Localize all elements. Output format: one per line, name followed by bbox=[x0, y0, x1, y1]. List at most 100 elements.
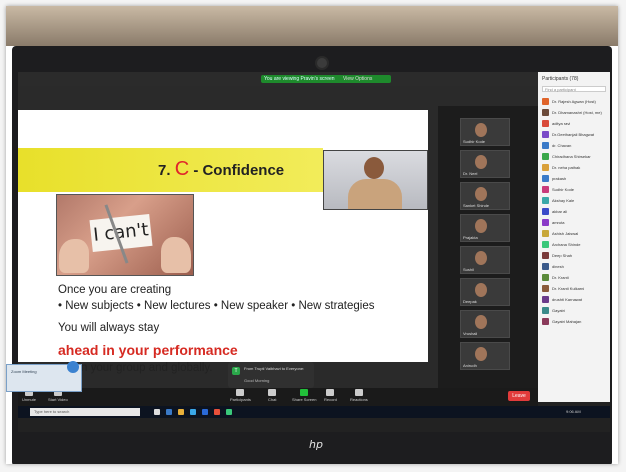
record-icon bbox=[326, 389, 335, 396]
participant-avatar bbox=[542, 285, 549, 292]
slide-title-text: - Confidence bbox=[193, 162, 285, 179]
hand-left bbox=[59, 239, 89, 273]
share-screen-label: Share Screen bbox=[292, 397, 317, 402]
leave-button[interactable]: Leave bbox=[508, 391, 530, 401]
participant-item[interactable]: aditya ravi bbox=[542, 118, 608, 129]
participant-avatar bbox=[542, 208, 549, 215]
participant-name: aditya ravi bbox=[552, 121, 571, 126]
participant-item[interactable]: prakash bbox=[542, 173, 608, 184]
participant-item[interactable]: drushti Karnawat bbox=[542, 294, 608, 305]
participant-name: Deep Shah bbox=[552, 253, 573, 258]
zoom-toolbar: Unmute Start Video Participants Chat Sha… bbox=[18, 388, 538, 406]
gallery-tile[interactable]: Dr. Neel bbox=[460, 150, 510, 178]
participant-name: Chiradhana Shirsekar bbox=[552, 154, 591, 159]
participant-avatar bbox=[542, 153, 549, 160]
gallery-tile[interactable]: Vrushali bbox=[460, 310, 510, 338]
participants-button[interactable]: Participants bbox=[230, 389, 251, 402]
participant-item[interactable]: Dr. neha pathak bbox=[542, 162, 608, 173]
participant-avatar bbox=[542, 318, 549, 325]
participant-item[interactable]: Gayatri Mahajan bbox=[542, 316, 608, 327]
participant-name: Dr. Kranti Kulkarni bbox=[552, 286, 585, 291]
gallery-tile[interactable]: Sudhir Kode bbox=[460, 118, 510, 146]
hand-right bbox=[161, 237, 191, 273]
app-icon[interactable] bbox=[226, 409, 232, 415]
chrome-icon[interactable] bbox=[214, 409, 220, 415]
tile-name: Prajakta bbox=[463, 235, 478, 240]
participant-item[interactable]: Gayatri bbox=[542, 305, 608, 316]
taskbar-clock: 9:06 AM bbox=[566, 409, 581, 414]
gallery-tile[interactable]: Sanket Shinde bbox=[460, 182, 510, 210]
participant-item[interactable]: Sudhir Kode bbox=[542, 184, 608, 195]
gallery-tile[interactable]: Prajakta bbox=[460, 214, 510, 242]
reactions-button[interactable]: Reactions bbox=[350, 389, 368, 402]
participant-item[interactable]: Akshay Kale bbox=[542, 195, 608, 206]
slide-number: 7. bbox=[158, 162, 171, 179]
participant-name: akbar ali bbox=[552, 209, 568, 214]
folder-icon[interactable] bbox=[178, 409, 184, 415]
video-face bbox=[475, 155, 487, 169]
participant-name: Dr. Dhamanashri (Host, me) bbox=[552, 110, 602, 115]
gallery-tile[interactable]: Deepak bbox=[460, 278, 510, 306]
participant-avatar bbox=[542, 186, 549, 193]
gallery-tile[interactable]: Sushil bbox=[460, 246, 510, 274]
participant-item[interactable]: Dr. Kranti Kulkarni bbox=[542, 283, 608, 294]
participant-item[interactable]: akbar ali bbox=[542, 206, 608, 217]
participant-avatar bbox=[542, 296, 549, 303]
zoom-app-icon[interactable] bbox=[202, 409, 208, 415]
laptop-screen: You are viewing Pravin's screen View Opt… bbox=[18, 72, 610, 432]
participant-item[interactable]: dinesh bbox=[542, 261, 608, 272]
participant-item[interactable]: dr. Chavan bbox=[542, 140, 608, 151]
participant-avatar bbox=[542, 252, 549, 259]
record-button[interactable]: Record bbox=[324, 389, 337, 402]
speaker-head bbox=[364, 157, 384, 179]
video-face bbox=[475, 251, 487, 265]
participant-item[interactable]: amruta bbox=[542, 217, 608, 228]
participant-item[interactable]: Chiradhana Shirsekar bbox=[542, 151, 608, 162]
edge-icon[interactable] bbox=[166, 409, 172, 415]
start-video-label: Start Video bbox=[48, 397, 68, 402]
participant-name: Dr.Geethanjali Bhagwat bbox=[552, 132, 595, 137]
participant-name: Dr. neha pathak bbox=[552, 165, 581, 170]
participant-search-input[interactable]: Find a participant bbox=[542, 86, 606, 92]
floating-action-icon[interactable] bbox=[67, 361, 79, 373]
participant-name: Dr. Rajesh Agwan (Host) bbox=[552, 99, 596, 104]
view-options-button[interactable]: View Options bbox=[343, 75, 372, 83]
record-label: Record bbox=[324, 397, 337, 402]
video-face bbox=[475, 283, 487, 297]
participants-title: Participants (78) bbox=[542, 76, 579, 82]
slide-letter: C bbox=[174, 158, 190, 180]
participant-item[interactable]: Dr. Kranti bbox=[542, 272, 608, 283]
chat-button[interactable]: Chat bbox=[268, 389, 276, 402]
participant-item[interactable]: Dr.Geethanjali Bhagwat bbox=[542, 129, 608, 140]
tile-name: Sanket Shinde bbox=[463, 203, 490, 208]
unmute-label: Unmute bbox=[22, 397, 37, 402]
participant-item[interactable]: Archana Shinde bbox=[542, 239, 608, 250]
participant-item[interactable]: Dr. Rajesh Agwan (Host) bbox=[542, 96, 608, 107]
gallery-strip: Sudhir Kode Dr. Neel Sanket Shinde Praja… bbox=[438, 106, 538, 402]
participant-name: dr. Chavan bbox=[552, 143, 572, 148]
chat-notification[interactable]: T From Trupti Vaibhavi to Everyone: Good… bbox=[228, 362, 314, 388]
store-icon[interactable] bbox=[190, 409, 196, 415]
participant-item[interactable]: Dr. Dhamanashri (Host, me) bbox=[542, 107, 608, 118]
video-face bbox=[475, 315, 487, 329]
participant-item[interactable]: Deep Shah bbox=[542, 250, 608, 261]
speaker-body bbox=[348, 179, 402, 209]
task-view-icon[interactable] bbox=[154, 409, 160, 415]
chat-label: Chat bbox=[268, 397, 277, 402]
participant-avatar bbox=[542, 219, 549, 226]
slide-line-3: You will always stay bbox=[58, 322, 160, 334]
share-screen-button[interactable]: Share Screen bbox=[292, 389, 316, 402]
taskbar-search-input[interactable]: Type here to search bbox=[30, 408, 140, 416]
participant-avatar bbox=[542, 98, 549, 105]
chat-from: From Trupti Vaibhavi to Everyone: bbox=[244, 366, 305, 371]
presentation-slide: 7. C - Confidence I can't Once you are c… bbox=[18, 110, 428, 374]
chat-icon bbox=[268, 389, 277, 396]
people-icon bbox=[236, 389, 245, 396]
participant-item[interactable]: Ashish Jaiswal bbox=[542, 228, 608, 239]
webcam bbox=[317, 58, 327, 68]
floating-window[interactable]: Zoom Meeting bbox=[6, 361, 82, 392]
participant-name: Archana Shinde bbox=[552, 242, 581, 247]
gallery-tile[interactable]: Anirudh bbox=[460, 342, 510, 370]
participant-avatar bbox=[542, 131, 549, 138]
tile-name: Deepak bbox=[463, 299, 477, 304]
